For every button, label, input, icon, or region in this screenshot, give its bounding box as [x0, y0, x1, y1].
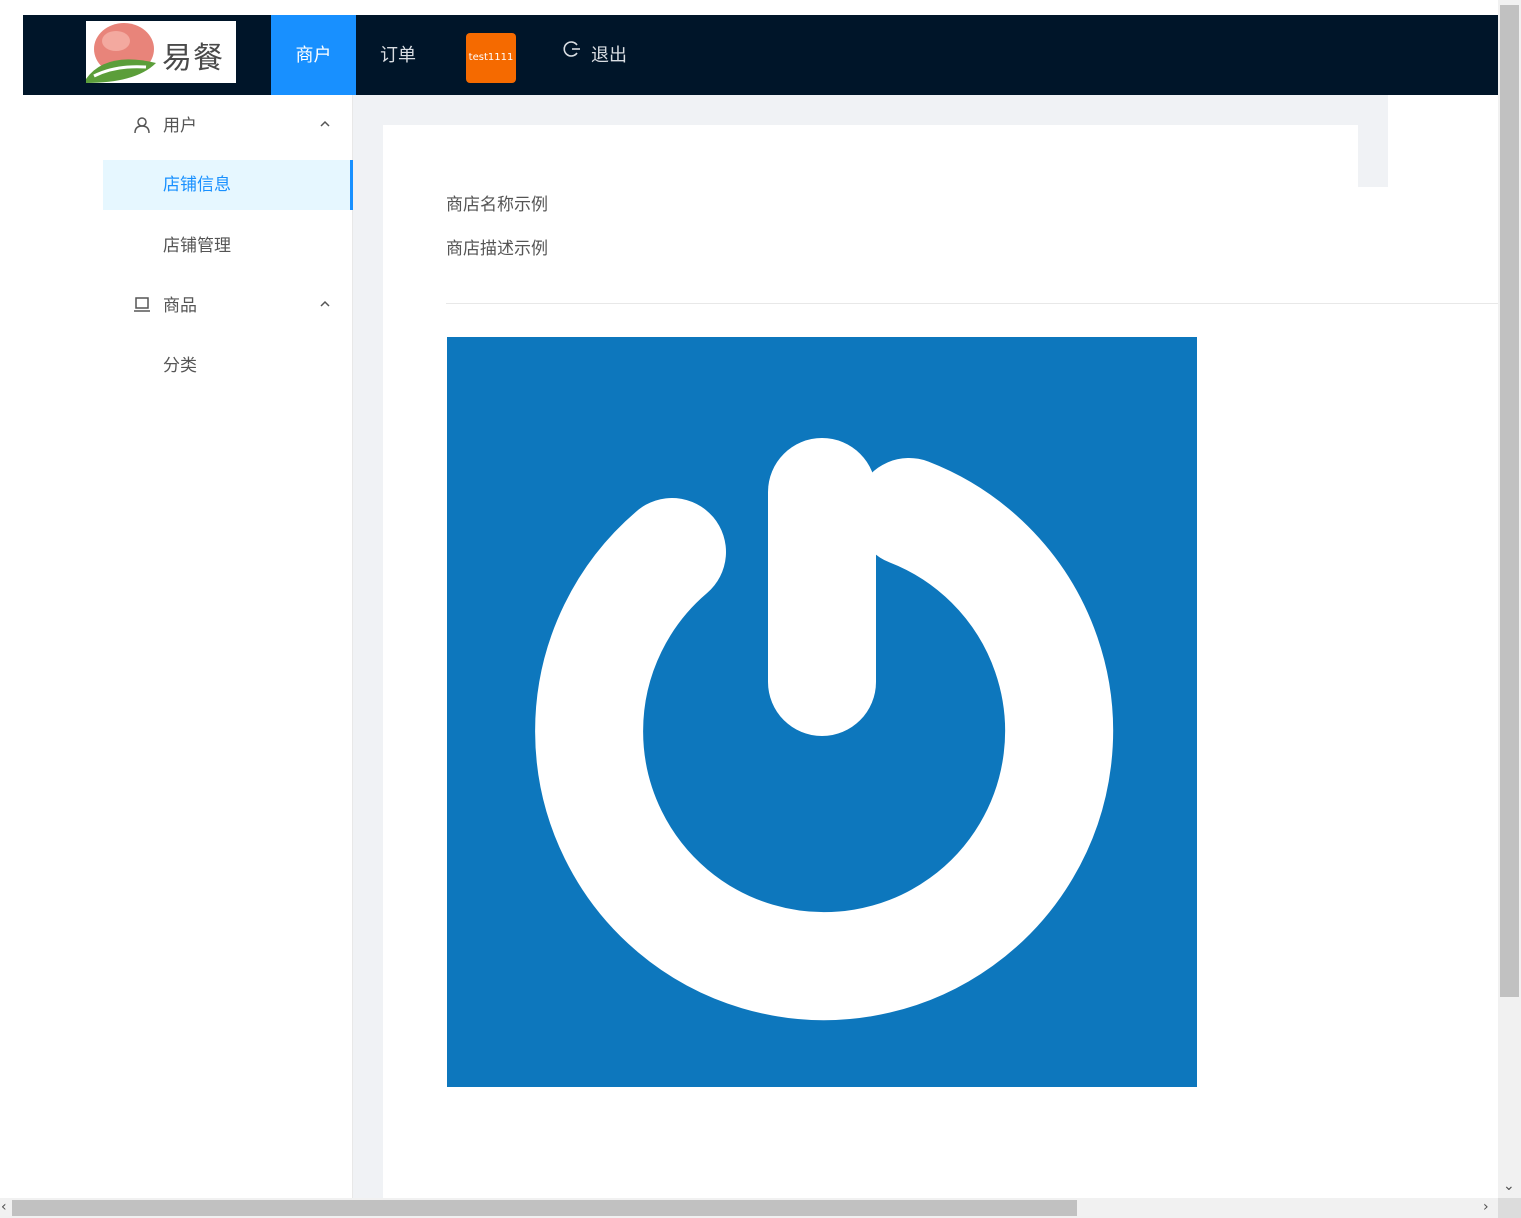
logo-text: 易餐: [162, 41, 224, 76]
content-right-gutter: [1358, 125, 1388, 187]
shop-name: 商店名称示例: [446, 195, 548, 215]
power-logo-icon: [535, 438, 1114, 1021]
shop-info-card-extension: [1358, 187, 1498, 1198]
sidebar-item-shop-info[interactable]: 店铺信息: [103, 160, 353, 210]
peach-logo-icon: [86, 23, 156, 83]
chevron-up-icon: [320, 120, 330, 127]
shop-image: [447, 337, 1197, 1087]
user-icon: [134, 117, 150, 134]
user-avatar[interactable]: test1111: [466, 33, 516, 83]
top-header: 易餐 商户 订单 test1111 退出: [23, 15, 1498, 95]
logo[interactable]: 易餐: [86, 21, 236, 83]
laptop-icon: [134, 297, 150, 312]
chevron-up-icon: [320, 300, 330, 307]
submenu-user-label: 用户: [163, 116, 197, 136]
vertical-scrollbar-thumb[interactable]: [1500, 5, 1519, 997]
scroll-down-arrow-icon[interactable]: ⌄: [1503, 1178, 1515, 1194]
horizontal-scrollbar-thumb[interactable]: [12, 1200, 1077, 1216]
app-window: 商店名称示例 商店描述示例 易餐 商户 订单 test1111 退出 用户 店铺…: [0, 0, 1521, 1218]
logout-label: 退出: [591, 45, 627, 66]
sidebar-item-category[interactable]: 分类: [103, 341, 353, 391]
scroll-left-arrow-icon[interactable]: ‹: [1, 1199, 7, 1215]
shop-description: 商店描述示例: [446, 239, 548, 259]
submenu-goods-label: 商品: [163, 296, 197, 316]
nav-merchant[interactable]: 商户: [271, 15, 356, 95]
scroll-right-arrow-icon[interactable]: ›: [1483, 1199, 1489, 1215]
sidebar: 用户 店铺信息 店铺管理 商品 分类: [103, 95, 353, 1198]
submenu-user[interactable]: 用户: [103, 101, 353, 151]
sidebar-item-shop-manage[interactable]: 店铺管理: [103, 221, 353, 271]
logout-button[interactable]: 退出: [563, 15, 627, 95]
divider: [446, 303, 1498, 304]
nav-order[interactable]: 订单: [368, 15, 428, 95]
submenu-goods[interactable]: 商品: [103, 281, 353, 331]
scrollbar-corner: [1498, 1198, 1521, 1218]
logout-icon: [563, 12, 583, 94]
